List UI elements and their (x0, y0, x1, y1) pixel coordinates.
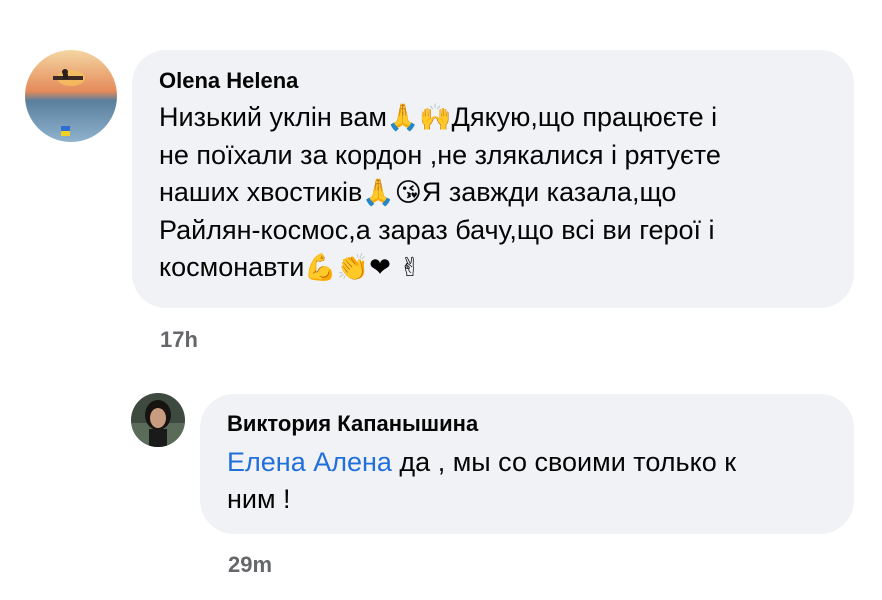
emoji-group: 🙏😘 (362, 178, 422, 208)
avatar[interactable] (131, 393, 185, 447)
mention-link[interactable]: Елена Алена (227, 447, 392, 477)
comment-text: Низький уклін вам🙏🙌Дякую,що працюєте і н… (159, 102, 721, 283)
comment-text: Елена Алена да , мы со своими только к н… (227, 447, 737, 514)
emoji-group: 🙏🙌 (386, 103, 452, 133)
sunset-boat-avatar-image (25, 50, 117, 142)
comment-author[interactable]: Olena Helena (159, 67, 854, 95)
comment-timestamp[interactable]: 17h (160, 327, 198, 353)
emoji-group: 💪👏❤ ✌ (304, 253, 421, 283)
reply-bubble: Виктория Капанышина Елена Алена да , мы … (200, 394, 854, 534)
avatar[interactable] (25, 50, 117, 142)
comment-bubble: Olena Helena Низький уклін вам🙏🙌Дякую,що… (132, 50, 854, 308)
comment-timestamp[interactable]: 29m (228, 552, 272, 578)
woman-avatar-image (131, 393, 185, 447)
comment-author[interactable]: Виктория Капанышина (227, 410, 854, 438)
